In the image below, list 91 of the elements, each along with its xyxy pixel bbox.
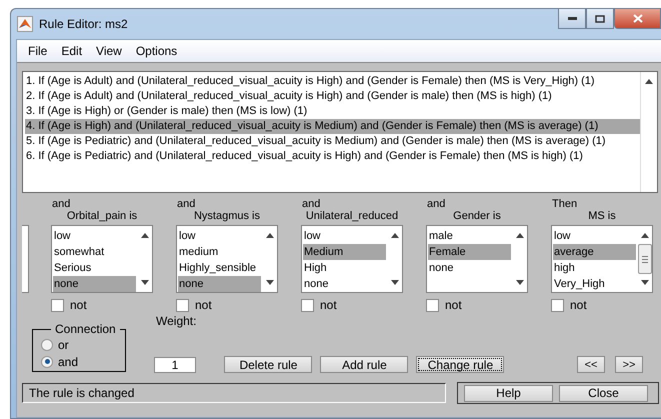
radio-label: and [58,354,78,368]
rule-item[interactable]: 4. If (Age is High) and (Unilateral_reduced_visual_acuity is Medium) and (Gender is Female) then (MS is average) (1) [25,119,640,134]
list-item[interactable]: medium [178,244,261,260]
list-item[interactable]: male [428,228,511,244]
list-item[interactable]: low [178,228,261,244]
rule-item[interactable]: 6. If (Age is Pediatric) and (Unilateral_reduced_visual_acuity is High) and (Gender is Female) then (MS is high) (1) [25,149,640,164]
list-item[interactable]: average [553,244,636,260]
scroll-up-icon[interactable] [645,79,653,84]
connector-label: and [51,199,72,210]
variable-header: Gender is [453,210,501,223]
app-icon [17,16,33,32]
checkbox-label: not [70,298,87,312]
rule-list[interactable] [22,71,658,193]
scroll-up-icon[interactable] [641,233,649,238]
dialog-button[interactable]: Close [559,384,648,402]
rule-item[interactable]: 2. If (Age is Adult) and (Unilateral_reduced_visual_acuity is High) and (Gender is male) then (MS is high) (1) [25,89,640,104]
radio-label: or [58,338,69,352]
variable-header: Nystagmus is [194,210,260,223]
menu-item[interactable]: View [89,44,129,58]
dialog-button[interactable]: Help [464,384,553,402]
list-item[interactable]: none [53,276,136,292]
checkbox-label: not [445,298,462,312]
scroll-down-icon[interactable] [391,280,399,285]
scroll-down-icon[interactable] [516,280,524,285]
weight-field[interactable]: 1 [154,357,196,373]
rule-action-button[interactable]: Delete rule [224,356,312,373]
list-item[interactable]: none [428,260,511,276]
group-label: Connection [54,322,117,336]
checkbox-label: not [195,298,212,312]
list-item[interactable]: Serious [53,260,136,276]
list-item[interactable]: Very_High [553,276,636,292]
list-item[interactable]: low [53,228,136,244]
list-item[interactable]: none [178,276,261,292]
close-button[interactable] [614,9,661,29]
minimize-button[interactable] [558,9,586,29]
list-item[interactable]: Female [428,244,511,260]
menu-item[interactable]: Options [128,44,184,58]
value-list[interactable]: low average high Very_High [551,225,653,293]
not-checkbox[interactable] [301,298,314,312]
minimize-icon [568,17,576,20]
scroll-down-icon[interactable] [641,280,649,285]
weight-label: Weight: [156,314,196,328]
scroll-up-icon[interactable] [391,233,399,238]
radio-button[interactable] [41,356,53,368]
window-title: Rule Editor: ms2 [39,17,128,31]
list-item[interactable]: somewhat [53,244,136,260]
not-checkbox[interactable] [176,298,189,312]
value-list[interactable]: male Female none [426,225,528,293]
not-checkbox[interactable] [426,298,439,312]
value-list[interactable]: low somewhat Serious none [51,225,153,293]
rule-action-button[interactable]: Add rule [320,356,408,373]
maximize-button[interactable] [586,9,614,29]
connector-label: and [426,199,446,210]
list-item[interactable]: Highly_sensible [178,260,261,276]
radio-button[interactable] [41,338,53,350]
list-item[interactable]: high [553,260,636,276]
connector-label: and [176,199,196,210]
list-item[interactable]: High [303,260,386,276]
checkbox-label: not [320,298,337,312]
scroll-down-icon[interactable] [266,280,274,285]
scroll-thumb[interactable] [638,244,652,274]
scroll-down-icon[interactable] [141,280,149,285]
not-checkbox[interactable] [551,298,564,312]
rule-item[interactable]: 1. If (Age is Adult) and (Unilateral_reduced_visual_acuity is High) and (Gender is Female) then (MS is Very_High) (1) [25,74,640,89]
value-list[interactable]: low Medium High none [301,225,403,293]
nav-button[interactable]: << [577,356,605,373]
menu-item[interactable]: File [21,44,54,58]
value-list[interactable]: low medium Highly_sensible none [176,225,278,293]
variable-header: Unilateral_reduced [306,210,398,223]
not-checkbox[interactable] [51,298,64,312]
variable-header: MS is [588,210,616,223]
rule-item[interactable]: 5. If (Age is Pediatric) and (Unilateral_reduced_visual_acuity is Medium) and (Gender is male) then (MS is average) (1) [25,134,640,149]
list-item[interactable]: none [303,276,386,292]
nav-button[interactable]: >> [615,356,643,373]
connector-label: Then [551,199,578,210]
rule-item[interactable]: 3. If (Age is High) or (Gender is male) then (MS is low) (1) [25,104,640,119]
rule-action-button[interactable]: Change rule [416,356,504,373]
close-icon [632,14,642,23]
scroll-up-icon[interactable] [266,233,274,238]
list-item[interactable]: low [303,228,386,244]
checkbox-label: not [570,298,587,312]
maximize-icon [595,14,605,22]
status-message: The rule is changed [22,383,446,403]
variable-header: Orbital_pain is [66,210,138,223]
scroll-up-icon[interactable] [516,233,524,238]
partial-list-box [22,225,29,293]
scroll-up-icon[interactable] [141,233,149,238]
menu-item[interactable]: Edit [54,44,90,58]
list-item[interactable]: Medium [303,244,386,260]
connector-label: and [301,199,322,210]
list-item[interactable]: low [553,228,636,244]
